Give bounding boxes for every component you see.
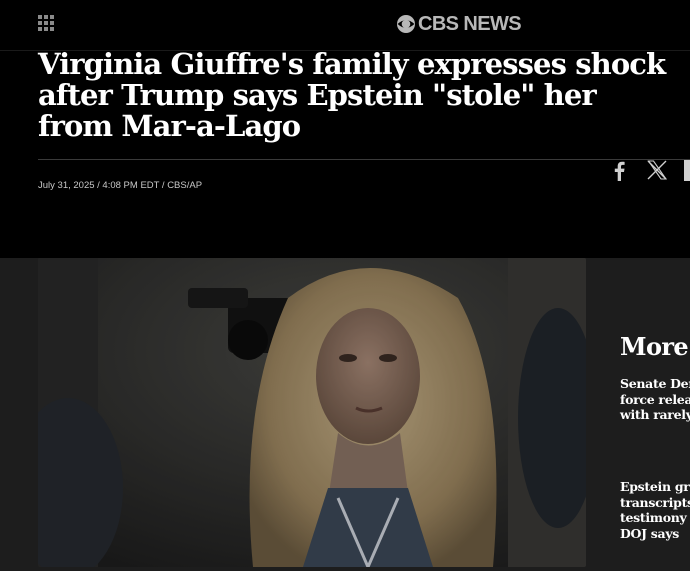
related-article-line: DOJ says	[620, 525, 680, 541]
related-article-line: force releas	[620, 391, 690, 407]
related-article-link[interactable]: Senate Dem force releas with rarely	[620, 376, 690, 423]
site-header: CBS NEWS	[0, 0, 690, 50]
x-icon[interactable]	[647, 160, 667, 180]
more-section-title: More f	[620, 332, 690, 361]
article-headline: Virginia Giuffre's family expresses shoc…	[38, 47, 666, 143]
article-byline: July 31, 2025 / 4:08 PM EDT / CBS/AP	[38, 180, 203, 191]
headline-divider	[38, 159, 690, 160]
article-photo	[38, 258, 586, 567]
related-article-line: with rarely	[620, 407, 690, 422]
article-page: CBS NEWS Virginia Giuffre's family expre…	[0, 0, 690, 571]
lower-section: More f Senate Dem force releas with rare…	[0, 258, 690, 571]
related-article-link[interactable]: Epstein gra transcripts testimony f DOJ …	[620, 479, 690, 541]
share-more-icon[interactable]	[684, 160, 690, 181]
photo-illustration	[38, 258, 586, 567]
cbs-news-logo[interactable]: CBS NEWS	[396, 12, 522, 36]
logo-text: CBS NEWS	[418, 12, 522, 35]
related-article-line: Senate Dem	[620, 376, 690, 391]
related-article-line: Epstein gra	[620, 479, 690, 494]
cbs-eye-icon	[397, 15, 415, 33]
grid-menu-icon[interactable]	[38, 15, 54, 31]
related-article-line: testimony f	[620, 510, 690, 525]
related-article-line: transcripts	[620, 494, 690, 510]
facebook-icon[interactable]	[612, 160, 626, 182]
